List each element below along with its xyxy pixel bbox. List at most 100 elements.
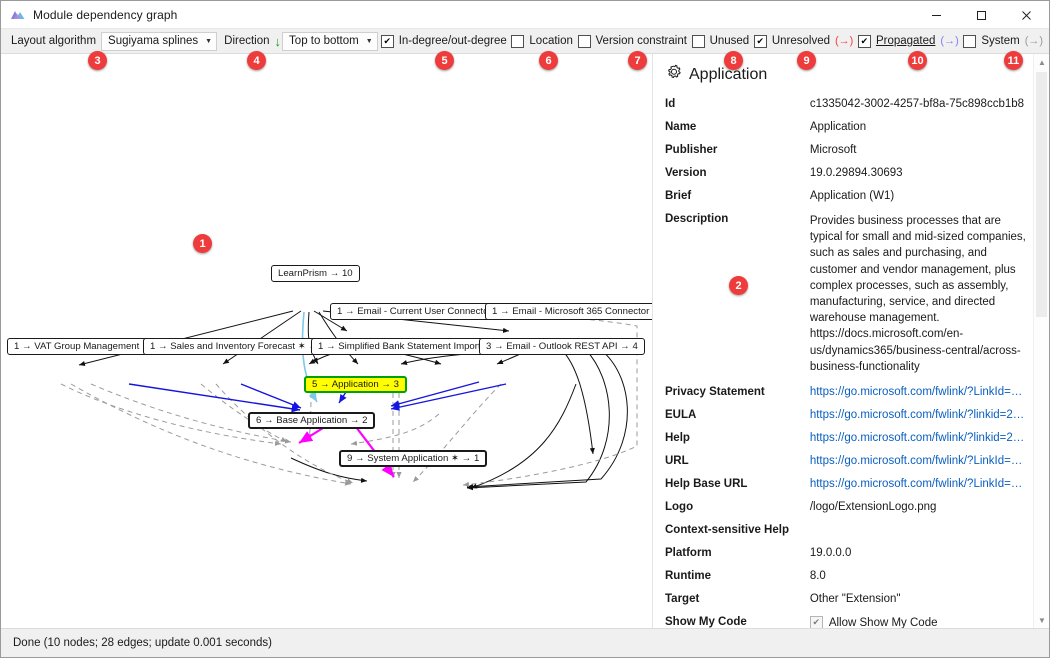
minimize-button[interactable]: [914, 1, 959, 29]
graph-node-application[interactable]: 5 → Application → 3: [304, 376, 407, 393]
property-value[interactable]: https://go.microsoft.com/fwlink/?LinkId=…: [810, 474, 1027, 497]
property-row: Show My Code Allow Show My Code: [663, 612, 1027, 628]
property-value[interactable]: https://go.microsoft.com/fwlink/?LinkId=…: [810, 382, 1027, 405]
toolbar: Layout algorithm Sugiyama splines ▼ Dire…: [1, 29, 1049, 54]
property-row: Context-sensitive Help: [663, 520, 1027, 543]
property-value: Provides business processes that are typ…: [809, 215, 1026, 373]
graph-node-email365[interactable]: 1 → Email - Microsoft 365 Connector → 3: [485, 303, 652, 320]
property-row: Logo/logo/ExtensionLogo.png: [663, 497, 1027, 520]
property-key: Context-sensitive Help: [665, 524, 789, 537]
property-value[interactable]: https://go.microsoft.com/fwlink/?linkid=…: [810, 405, 1027, 428]
property-value: 19.0.29894.30693: [809, 167, 903, 179]
app-window: Module dependency graph Layout algorithm…: [0, 0, 1050, 658]
graph-node-sysapp[interactable]: 9 → System Application ✶ → 1: [339, 450, 488, 467]
chevron-down-icon: ▼: [365, 37, 373, 45]
property-key: Brief: [665, 190, 692, 202]
property-row: Help https://go.microsoft.com/fwlink/?lin…: [663, 428, 1027, 451]
checkbox-propagated[interactable]: Propagated (→): [856, 34, 961, 48]
checkbox-label: System: [981, 35, 1020, 47]
scroll-down-icon[interactable]: ▼: [1034, 612, 1049, 628]
checkbox-location[interactable]: Location: [509, 34, 574, 48]
property-value: Application: [809, 121, 867, 133]
property-row: Platform 19.0.0.0: [663, 543, 1027, 566]
annotation-marker-3: 3: [88, 51, 107, 70]
property-key: Target: [665, 593, 700, 606]
property-row: Runtime 8.0: [663, 566, 1027, 589]
annotation-marker-6: 6: [539, 51, 558, 70]
window-controls: [914, 1, 1049, 29]
checkbox-label: Propagated: [875, 35, 936, 47]
layout-algorithm-dropdown[interactable]: Sugiyama splines ▼: [101, 31, 218, 51]
direction-dropdown[interactable]: Top to bottom ▼: [282, 31, 378, 51]
gear-icon: [665, 64, 682, 86]
annotation-marker-8: 8: [724, 51, 743, 70]
property-row: Brief Application (W1): [663, 186, 1027, 209]
property-key: URL: [665, 455, 689, 468]
main-body: LearnPrism → 10 1 → VAT Group Management …: [1, 54, 1049, 628]
graph-node-baseapp[interactable]: 6 → Base Application → 2: [248, 412, 376, 429]
system-arrow-icon: (→): [1024, 34, 1044, 47]
property-row: URL https://go.microsoft.com/fwlink/?Link…: [663, 451, 1027, 474]
property-value[interactable]: https://go.microsoft.com/fwlink/?linkid=…: [810, 428, 1027, 451]
direction-value: Top to bottom: [289, 35, 359, 47]
checkbox-version-constraint[interactable]: Version constraint: [576, 34, 689, 48]
property-value: c1335042-3002-4257-bf8a-75c898ccb1b8: [809, 98, 1025, 110]
property-row: Help Base URL https://go.microsoft.com/fw…: [663, 474, 1027, 497]
checkbox-box: [691, 34, 705, 48]
property-key: Help Base URL: [665, 478, 748, 491]
property-key: Logo: [665, 501, 694, 514]
direction-arrow-icon: ↓: [274, 33, 282, 49]
property-value[interactable]: Allow Show My Code: [809, 612, 1027, 628]
graph-node-label: 5 → Application → 3: [312, 379, 399, 390]
checkbox-unused[interactable]: Unused: [690, 34, 752, 48]
property-checkbox[interactable]: [809, 616, 823, 628]
property-row: EULA https://go.microsoft.com/fwlink/?lin…: [663, 405, 1027, 428]
property-key: Runtime: [665, 570, 711, 583]
graph-node-label: 6 → Base Application → 2: [256, 415, 368, 426]
property-key: Description: [665, 213, 729, 225]
checkbox-in-degree-out-degree[interactable]: In-degree/out-degree: [379, 34, 509, 48]
window-title: Module dependency graph: [33, 7, 178, 22]
property-value: Application (W1): [809, 190, 895, 202]
graph-node-outlookrest[interactable]: 3 → Email - Outlook REST API → 4: [479, 338, 645, 355]
scrollbar-thumb[interactable]: [1036, 72, 1047, 317]
property-key: Privacy Statement: [665, 386, 765, 399]
title-bar: Module dependency graph: [1, 1, 1049, 29]
checkbox-box: [380, 34, 394, 48]
annotation-marker-9: 9: [797, 51, 816, 70]
close-button[interactable]: [1004, 1, 1049, 29]
detail-content: Application Id c1335042-3002-4257-bf8a-75…: [653, 54, 1049, 628]
checkbox-label: Unresolved: [771, 35, 830, 47]
property-key: Name: [665, 121, 697, 133]
graph-node-label: 1 → Sales and Inventory Forecast ✶ → 4: [150, 341, 327, 352]
property-key: EULA: [665, 409, 697, 422]
annotation-marker-5: 5: [435, 51, 454, 70]
maximize-button[interactable]: [959, 1, 1004, 29]
property-value: Other "Extension": [809, 593, 901, 606]
propagated-arrow-icon: (→): [940, 34, 959, 47]
property-value[interactable]: https://go.microsoft.com/fwlink/?LinkId=…: [810, 451, 1027, 474]
annotation-marker-7: 7: [628, 51, 647, 70]
layout-algorithm-value: Sugiyama splines: [108, 35, 199, 47]
property-value: 8.0: [809, 570, 826, 583]
checkbox-label: Location: [529, 35, 573, 47]
checkbox-unresolved[interactable]: Unresolved (→): [752, 34, 856, 48]
graph-canvas[interactable]: LearnPrism → 10 1 → VAT Group Management …: [1, 54, 653, 628]
detail-scrollbar[interactable]: ▲ ▼: [1033, 54, 1049, 628]
annotation-marker-2: 2: [729, 276, 748, 295]
graph-node-label: 1 → VAT Group Management → 4: [14, 341, 160, 352]
graph-node-sales[interactable]: 1 → Sales and Inventory Forecast ✶ → 4: [143, 338, 334, 355]
property-value: /logo/ExtensionLogo.png: [809, 501, 937, 514]
property-key: Id: [665, 98, 676, 110]
status-bar: Done (10 nodes; 28 edges; update 0.001 s…: [1, 628, 1049, 657]
detail-panel: Application Id c1335042-3002-4257-bf8a-75…: [653, 54, 1049, 628]
title-bar-left: Module dependency graph: [1, 7, 177, 23]
checkbox-system[interactable]: System (→): [961, 34, 1045, 48]
checkbox-box: [857, 34, 871, 48]
property-value: [810, 520, 1027, 543]
chevron-down-icon: ▼: [205, 37, 213, 45]
layout-algorithm-label: Layout algorithm: [11, 35, 97, 47]
property-table: Id c1335042-3002-4257-bf8a-75c898ccb1b8 Na…: [663, 94, 1027, 628]
scroll-up-icon[interactable]: ▲: [1034, 54, 1049, 70]
graph-node-learnprism[interactable]: LearnPrism → 10: [271, 265, 360, 282]
